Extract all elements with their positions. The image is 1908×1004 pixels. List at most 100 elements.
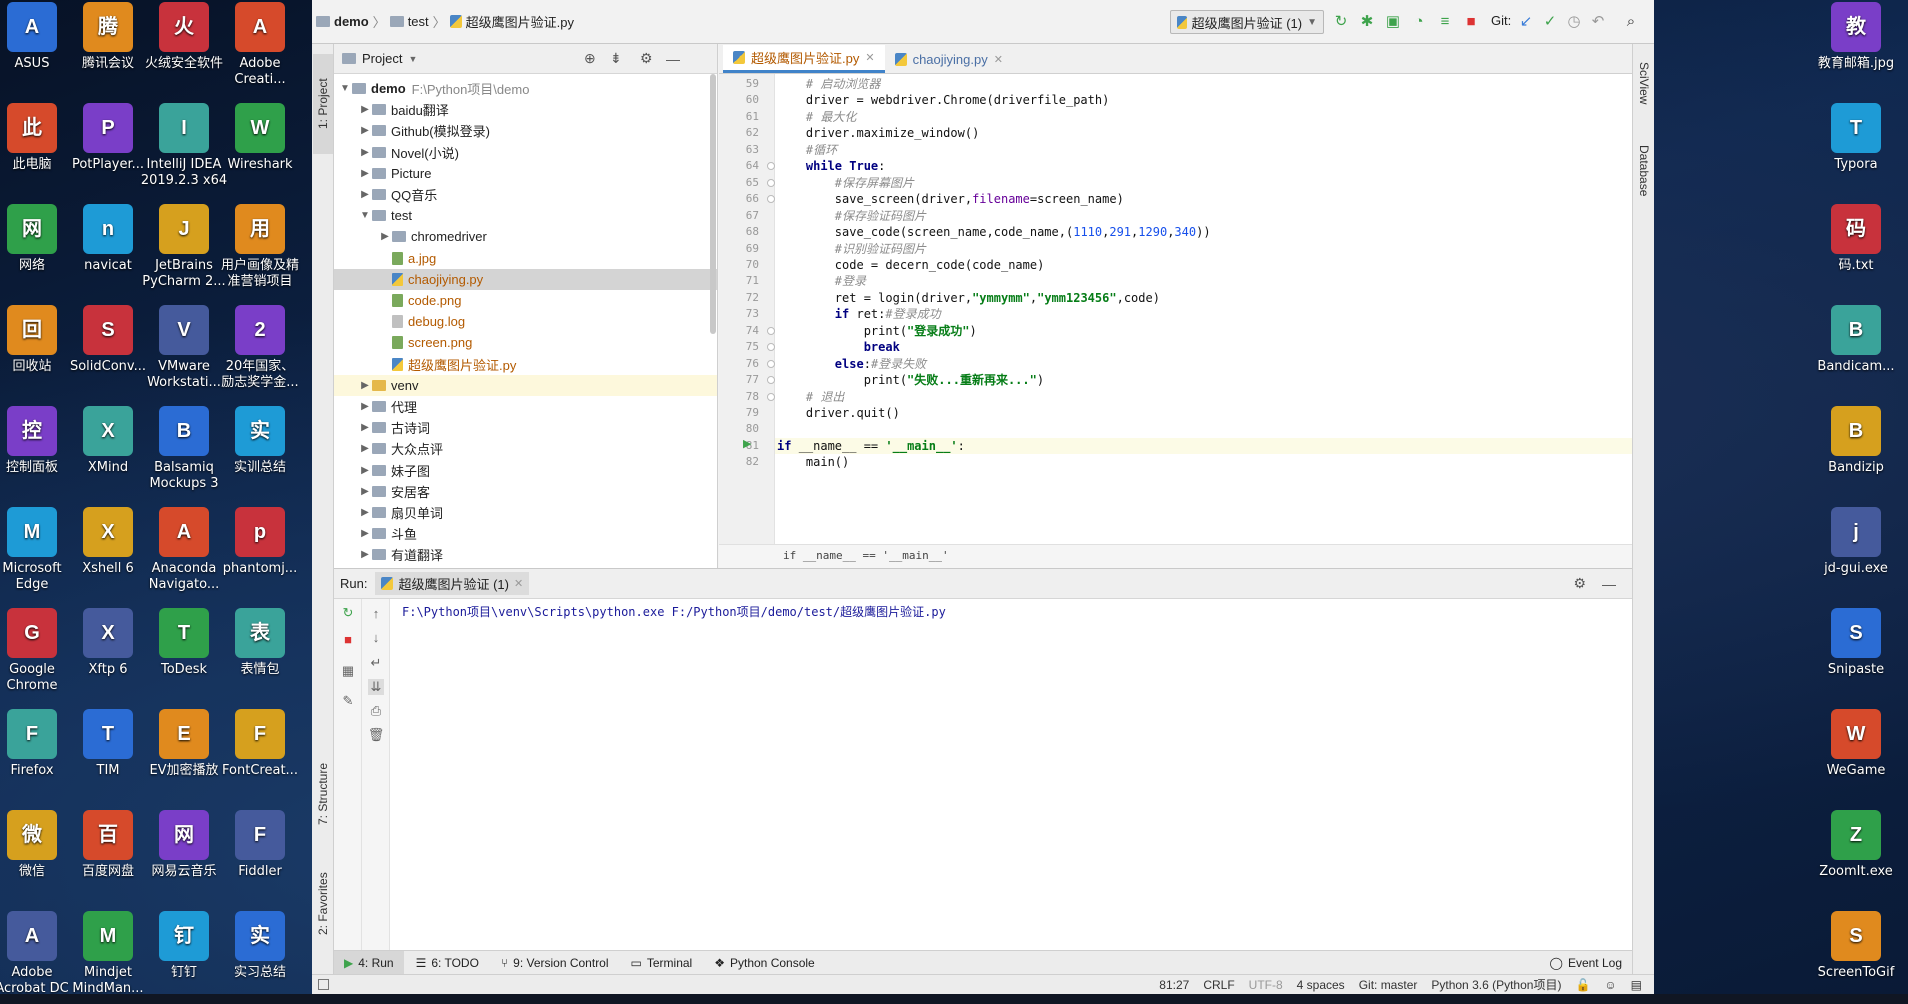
tree-item[interactable]: chaojiying.py [334, 268, 717, 290]
tree-item[interactable]: ▼ test [334, 205, 717, 226]
chevron-right-icon[interactable]: ▶ [358, 168, 372, 179]
gear-icon[interactable]: ⚙ [640, 50, 653, 67]
chevron-right-icon[interactable]: ▶ [358, 125, 372, 136]
git-rollback-icon[interactable]: ↶ [1589, 12, 1607, 30]
desktop-col4-icon-5[interactable]: p phantomj... [212, 505, 308, 577]
tree-item[interactable]: ▶ Github(模拟登录) [334, 120, 717, 141]
arrow-up-icon[interactable]: ↑ [368, 605, 384, 621]
run-gutter-icon[interactable]: ▶ [743, 437, 751, 450]
desktop-col4-icon-9[interactable]: 实实习总结 [212, 909, 308, 981]
fold-marker-icon[interactable] [767, 162, 775, 171]
collapse-all-icon[interactable]: ⇟ [610, 50, 622, 67]
tree-item[interactable]: ▶ baidu翻译 [334, 99, 717, 120]
tree-item[interactable]: ▶ Novel(小说) [334, 142, 717, 163]
debug-icon[interactable]: ✱ [1358, 12, 1376, 30]
chevron-right-icon[interactable]: ▶ [358, 147, 372, 158]
desktop-right-icon-8[interactable]: Z ZoomIt.exe [1808, 808, 1904, 880]
tree-item[interactable]: debug.log [334, 311, 717, 332]
desktop-right-icon-1[interactable]: T Typora [1808, 101, 1904, 173]
rerun-icon[interactable]: ↻ [340, 605, 356, 621]
tab-database[interactable]: Database [1634, 126, 1654, 216]
desktop-col4-icon-7[interactable]: F FontCreat... [212, 707, 308, 779]
tab-python-console[interactable]: ❖ Python Console [704, 951, 825, 975]
tree-item[interactable]: ▶ 妹子图 [334, 460, 717, 481]
tab-version-control[interactable]: ⑂ 9: Version Control [491, 951, 619, 975]
fold-marker-icon[interactable] [767, 343, 775, 352]
run-configuration-dropdown[interactable]: 超级鹰图片验证 (1) ▼ [1170, 10, 1324, 34]
chevron-right-icon[interactable]: ▶ [358, 486, 372, 497]
project-view-selector[interactable]: Project [362, 51, 402, 66]
desktop-col4-icon-3[interactable]: 2 20年国家、 励志奖学金... [212, 303, 308, 391]
python-interpreter[interactable]: Python 3.6 (Python项目) [1431, 976, 1561, 993]
chevron-right-icon[interactable]: ▶ [358, 549, 372, 560]
close-icon[interactable]: ✕ [514, 577, 523, 590]
fold-marker-icon[interactable] [767, 376, 775, 385]
fold-marker-icon[interactable] [767, 178, 775, 187]
chevron-right-icon[interactable]: ▶ [358, 422, 372, 433]
hector-icon[interactable]: ☺ [1604, 978, 1616, 992]
desktop-right-icon-5[interactable]: j jd-gui.exe [1808, 505, 1904, 577]
breadcrumb-file[interactable]: 超级鹰图片验证.py [449, 12, 574, 31]
tab-sciview[interactable]: SciView [1634, 48, 1654, 118]
minimize-icon[interactable]: — [666, 51, 680, 67]
chevron-right-icon[interactable]: ▶ [358, 465, 372, 476]
arrow-down-icon[interactable]: ↓ [368, 629, 384, 645]
stop-icon[interactable]: ■ [340, 631, 356, 647]
breadcrumb-demo[interactable]: demo [316, 14, 369, 29]
chevron-right-icon[interactable]: ▶ [358, 189, 372, 200]
profile-icon[interactable]: ◔ [1410, 12, 1428, 30]
run-tab[interactable]: 超级鹰图片验证 (1) ✕ [375, 572, 530, 595]
layout-icon[interactable]: ▦ [340, 663, 356, 679]
chevron-down-icon[interactable]: ▼ [338, 83, 352, 94]
desktop-col4-icon-4[interactable]: 实实训总结 [212, 404, 308, 476]
trash-icon[interactable]: 🗑 [368, 727, 385, 743]
fold-marker-icon[interactable] [767, 359, 775, 368]
tab-structure[interactable]: 7: Structure [313, 744, 333, 844]
breadcrumb-test[interactable]: test [389, 14, 429, 29]
chevron-right-icon[interactable]: ▶ [358, 443, 372, 454]
git-update-icon[interactable]: ↙ [1517, 12, 1535, 30]
line-separator[interactable]: CRLF [1203, 978, 1234, 992]
tree-item[interactable]: ▶ 代理 [334, 396, 717, 417]
tab-favorites[interactable]: 2: Favorites [313, 854, 333, 954]
tree-item[interactable]: ▶ 斗鱼 [334, 523, 717, 544]
desktop-right-icon-4[interactable]: B Bandizip [1808, 404, 1904, 476]
close-icon[interactable]: ✕ [865, 51, 874, 64]
pin-icon[interactable]: ✎ [340, 693, 356, 709]
minimize-icon[interactable]: — [1602, 576, 1616, 592]
concurrency-icon[interactable]: ≡ [1436, 12, 1454, 30]
git-commit-icon[interactable]: ✓ [1541, 12, 1559, 30]
desktop-col4-icon-6[interactable]: 表表情包 [212, 606, 308, 678]
print-icon[interactable]: ⎙ [368, 703, 384, 719]
tab-run[interactable]: ▶ 4: Run [334, 950, 404, 975]
tree-item[interactable]: ▶ 安居客 [334, 481, 717, 502]
fold-marker-icon[interactable] [767, 392, 775, 401]
chevron-right-icon[interactable]: ▶ [358, 401, 372, 412]
tab-event-log[interactable]: ◯ Event Log [1540, 951, 1632, 975]
tree-item[interactable]: a.jpg [334, 248, 717, 269]
tab-chaojiying-verify[interactable]: 超级鹰图片验证.py ✕ [723, 45, 885, 73]
tree-item[interactable]: ▶ Picture [334, 163, 717, 184]
desktop-col4-icon-8[interactable]: F Fiddler [212, 808, 308, 880]
tree-item[interactable]: ▶ 扇贝单词 [334, 502, 717, 523]
file-encoding[interactable]: UTF-8 [1249, 978, 1283, 992]
desktop-right-icon-6[interactable]: S Snipaste [1808, 606, 1904, 678]
indent-setting[interactable]: 4 spaces [1297, 978, 1345, 992]
notifications-icon[interactable]: ▤ [1631, 978, 1642, 992]
desktop-right-icon-0[interactable]: 教教育邮箱.jpg [1808, 0, 1904, 72]
git-history-icon[interactable]: ◷ [1565, 12, 1583, 30]
git-branch[interactable]: Git: master [1359, 978, 1418, 992]
desktop-col4-icon-1[interactable]: W Wireshark [212, 101, 308, 173]
tree-item[interactable]: ▶ 大众点评 [334, 438, 717, 459]
gear-icon[interactable]: ⚙ [1573, 575, 1586, 592]
chevron-right-icon[interactable]: ▶ [358, 380, 372, 391]
rerun-icon[interactable]: ↻ [1332, 12, 1350, 30]
toggle-tool-windows-icon[interactable] [318, 979, 329, 990]
tree-item[interactable]: ▶ venv [334, 374, 717, 396]
tree-item[interactable]: 超级鹰图片验证.py [334, 354, 717, 375]
fold-marker-icon[interactable] [767, 326, 775, 335]
chevron-right-icon[interactable]: ▶ [378, 231, 392, 242]
desktop-col4-icon-0[interactable]: A Adobe Creati... [212, 0, 308, 88]
tab-project[interactable]: 1: Project [313, 54, 333, 154]
chevron-down-icon[interactable]: ▼ [358, 210, 372, 221]
